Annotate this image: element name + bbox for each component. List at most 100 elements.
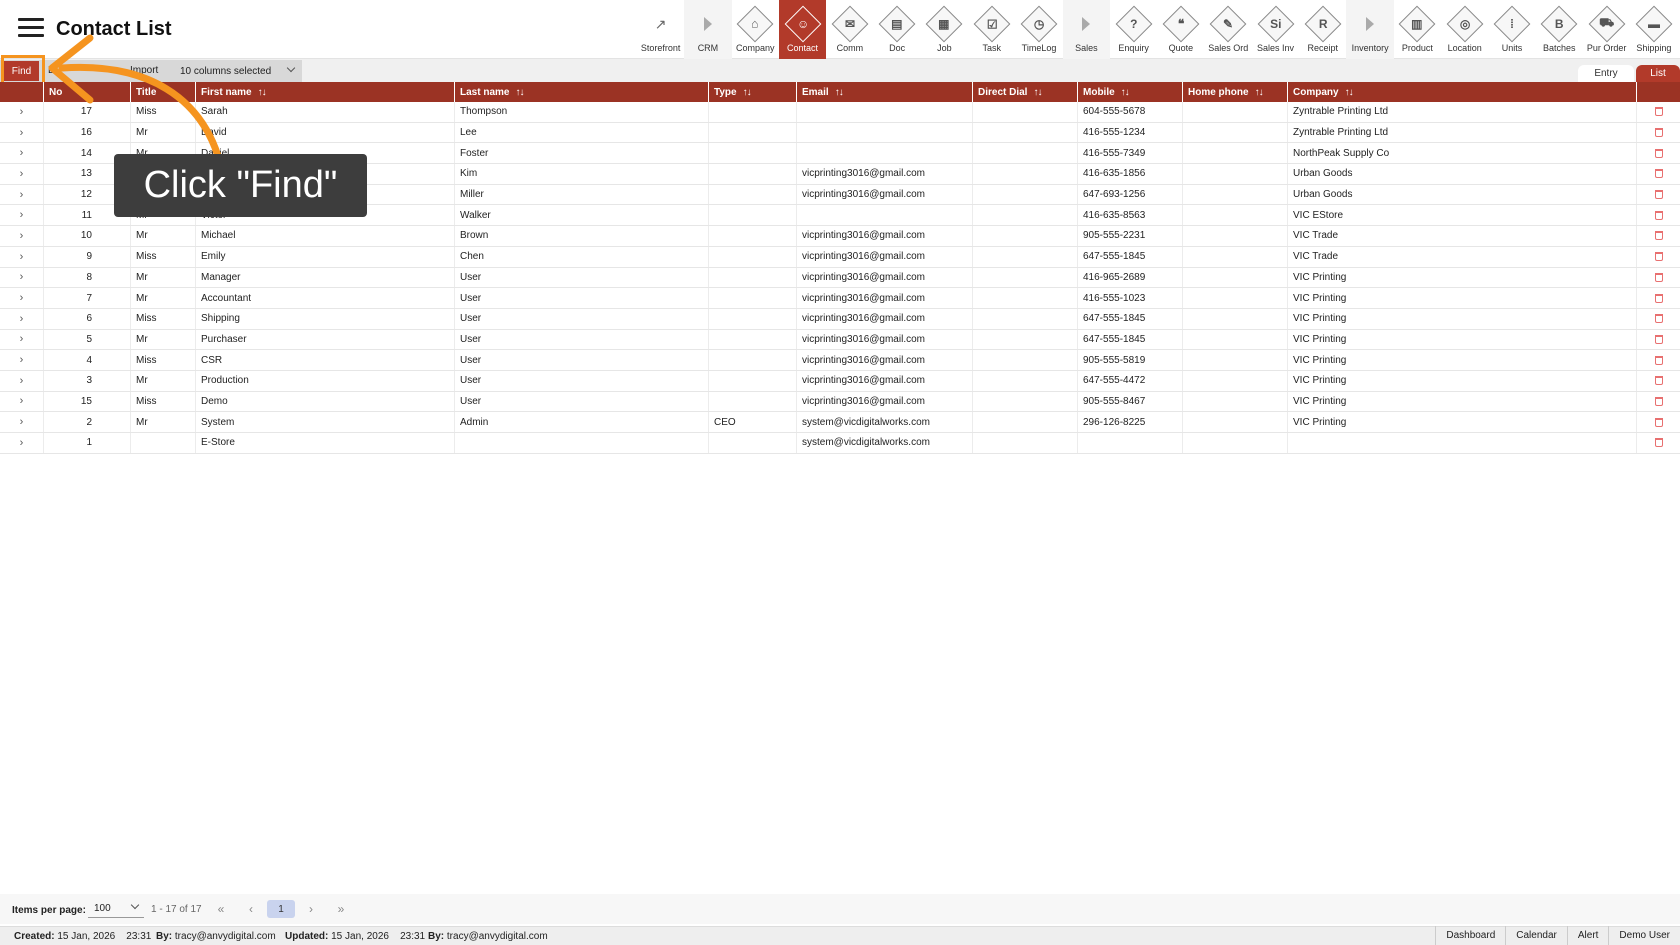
delete-row-button[interactable]	[1637, 102, 1680, 122]
table-row[interactable]: › 15 Miss Demo User vicprinting3016@gmail.com…	[0, 391, 1680, 413]
delete-row-button[interactable]	[1637, 371, 1680, 391]
delete-row-button[interactable]	[1637, 123, 1680, 143]
nav-contact[interactable]: ☺ Contact	[778, 0, 827, 59]
nav-inventory[interactable]: Inventory	[1346, 0, 1394, 59]
nav-job[interactable]: ▦ Job	[921, 0, 968, 59]
nav-quote[interactable]: ❝ Quote	[1157, 0, 1204, 59]
table-row[interactable]: › 4 Miss CSR User vicprinting3016@gmail.com 90…	[0, 350, 1680, 371]
expand-row-icon[interactable]: ›	[0, 184, 44, 205]
expand-row-icon[interactable]: ›	[0, 102, 44, 122]
columns-select[interactable]: 10 columns selected	[176, 61, 300, 81]
table-row[interactable]: › 3 Mr Production User vicprinting3016@gmail.…	[0, 370, 1680, 392]
table-row[interactable]: › 8 Mr Manager User vicprinting3016@gmail.com…	[0, 267, 1680, 289]
nav-timelog[interactable]: ◷ TimeLog	[1015, 0, 1062, 59]
header-cell-title[interactable]: Title	[131, 82, 196, 102]
sort-icon[interactable]: ↑↓	[515, 87, 524, 98]
header-cell-email[interactable]: Email ↑↓	[797, 82, 973, 102]
expand-row-icon[interactable]: ›	[0, 143, 44, 164]
delete-row-button[interactable]	[1637, 392, 1680, 412]
footer-link-calendar[interactable]: Calendar	[1505, 926, 1567, 945]
table-row[interactable]: › 10 Mr Michael Brown vicprinting3016@gmail.c…	[0, 226, 1680, 247]
delete-row-button[interactable]	[1637, 185, 1680, 205]
table-row[interactable]: › 16 Mr David Lee 416-555-1234 Zyntrable Print…	[0, 122, 1680, 144]
sort-icon[interactable]: ↑↓	[835, 87, 844, 98]
nav-location[interactable]: ◎ Location	[1441, 0, 1488, 59]
nav-units[interactable]: ⁞ Units	[1488, 0, 1535, 59]
delete-row-button[interactable]	[1637, 205, 1680, 225]
sort-icon[interactable]: ↑↓	[1033, 87, 1042, 98]
nav-doc[interactable]: ▤ Doc	[873, 0, 920, 59]
table-row[interactable]: › 6 Miss Shipping User vicprinting3016@gmail.…	[0, 308, 1680, 330]
header-cell-home-phone[interactable]: Home phone ↑↓	[1183, 82, 1288, 102]
export-button[interactable]: E	[48, 65, 55, 76]
sort-icon[interactable]: ↑↓	[1121, 87, 1130, 98]
last-page-icon[interactable]: »	[335, 900, 347, 918]
expand-row-icon[interactable]: ›	[0, 267, 44, 288]
table-row[interactable]: › 2 Mr System Admin CEO system@vicdigitalworks…	[0, 412, 1680, 433]
expand-row-icon[interactable]: ›	[0, 226, 44, 246]
nav-sales-inv[interactable]: Si Sales Inv	[1252, 0, 1299, 59]
table-row[interactable]: › 7 Mr Accountant User vicprinting3016@gmail.…	[0, 288, 1680, 309]
nav-company[interactable]: ⌂ Company	[732, 0, 779, 59]
expand-row-icon[interactable]: ›	[0, 350, 44, 370]
tab-list[interactable]: List	[1636, 65, 1680, 82]
nav-storefront[interactable]: ↗ Storefront	[637, 0, 684, 59]
hamburger-menu-icon[interactable]	[18, 18, 44, 38]
footer-link-dashboard[interactable]: Dashboard	[1435, 926, 1505, 945]
nav-batches[interactable]: B Batches	[1536, 0, 1583, 59]
nav-crm[interactable]: CRM	[684, 0, 732, 59]
sort-icon[interactable]: ↑↓	[258, 87, 267, 98]
delete-row-button[interactable]	[1637, 350, 1680, 370]
expand-row-icon[interactable]: ›	[0, 370, 44, 391]
first-page-icon[interactable]: «	[215, 900, 227, 918]
table-row[interactable]: › 9 Miss Emily Chen vicprinting3016@gmail.com…	[0, 246, 1680, 268]
prev-page-icon[interactable]: ‹	[245, 900, 257, 918]
header-cell-no[interactable]: No	[44, 82, 131, 102]
items-per-page-select[interactable]: 100	[88, 899, 144, 918]
delete-row-button[interactable]	[1637, 433, 1680, 453]
nav-task[interactable]: ☑ Task	[968, 0, 1015, 59]
expand-row-icon[interactable]: ›	[0, 288, 44, 308]
nav-sales[interactable]: Sales	[1062, 0, 1110, 59]
import-button[interactable]: Import	[130, 65, 163, 76]
nav-shipping[interactable]: ▬ Shipping	[1630, 0, 1677, 59]
delete-row-button[interactable]	[1637, 226, 1680, 246]
expand-row-icon[interactable]: ›	[0, 205, 44, 226]
table-row[interactable]: › 17 Miss Sarah Thompson 604-555-5678 Zyntrabl…	[0, 102, 1680, 123]
header-cell-company[interactable]: Company ↑↓	[1288, 82, 1637, 102]
delete-row-button[interactable]	[1637, 309, 1680, 329]
nav-product[interactable]: ▥ Product	[1394, 0, 1441, 59]
delete-row-button[interactable]	[1637, 143, 1680, 163]
footer-link-demo-user[interactable]: Demo User	[1608, 926, 1680, 945]
header-cell-first-name[interactable]: First name ↑↓	[196, 82, 455, 102]
expand-row-icon[interactable]: ›	[0, 412, 44, 432]
expand-row-icon[interactable]: ›	[0, 433, 44, 453]
expand-row-icon[interactable]: ›	[0, 391, 44, 412]
expand-row-icon[interactable]: ›	[0, 246, 44, 267]
footer-link-alert[interactable]: Alert	[1566, 926, 1609, 945]
expand-row-icon[interactable]: ›	[0, 164, 44, 184]
header-cell-last-name[interactable]: Last name ↑↓	[455, 82, 709, 102]
table-row[interactable]: › 5 Mr Purchaser User vicprinting3016@gmail.c…	[0, 329, 1680, 351]
delete-row-button[interactable]	[1637, 268, 1680, 288]
sort-icon[interactable]: ↑↓	[1255, 87, 1264, 98]
header-cell-type[interactable]: Type ↑↓	[709, 82, 797, 102]
delete-row-button[interactable]	[1637, 412, 1680, 432]
current-page[interactable]: 1	[267, 900, 295, 918]
header-cell-mobile[interactable]: Mobile ↑↓	[1078, 82, 1183, 102]
nav-enquiry[interactable]: ? Enquiry	[1110, 0, 1157, 59]
expand-row-icon[interactable]: ›	[0, 329, 44, 350]
header-cell-direct-dial[interactable]: Direct Dial ↑↓	[973, 82, 1078, 102]
nav-comm[interactable]: ✉ Comm	[826, 0, 873, 59]
nav-sales-ord[interactable]: ✎ Sales Ord	[1205, 0, 1252, 59]
expand-row-icon[interactable]: ›	[0, 308, 44, 329]
delete-row-button[interactable]	[1637, 164, 1680, 184]
nav-pur-order[interactable]: ⛟ Pur Order	[1583, 0, 1630, 59]
expand-row-icon[interactable]: ›	[0, 122, 44, 143]
table-row[interactable]: › 1 E-Store system@vicdigitalworks.com	[0, 433, 1680, 454]
delete-row-button[interactable]	[1637, 288, 1680, 308]
next-page-icon[interactable]: ›	[305, 900, 317, 918]
delete-row-button[interactable]	[1637, 330, 1680, 350]
sort-icon[interactable]: ↑↓	[1345, 87, 1354, 98]
delete-row-button[interactable]	[1637, 247, 1680, 267]
